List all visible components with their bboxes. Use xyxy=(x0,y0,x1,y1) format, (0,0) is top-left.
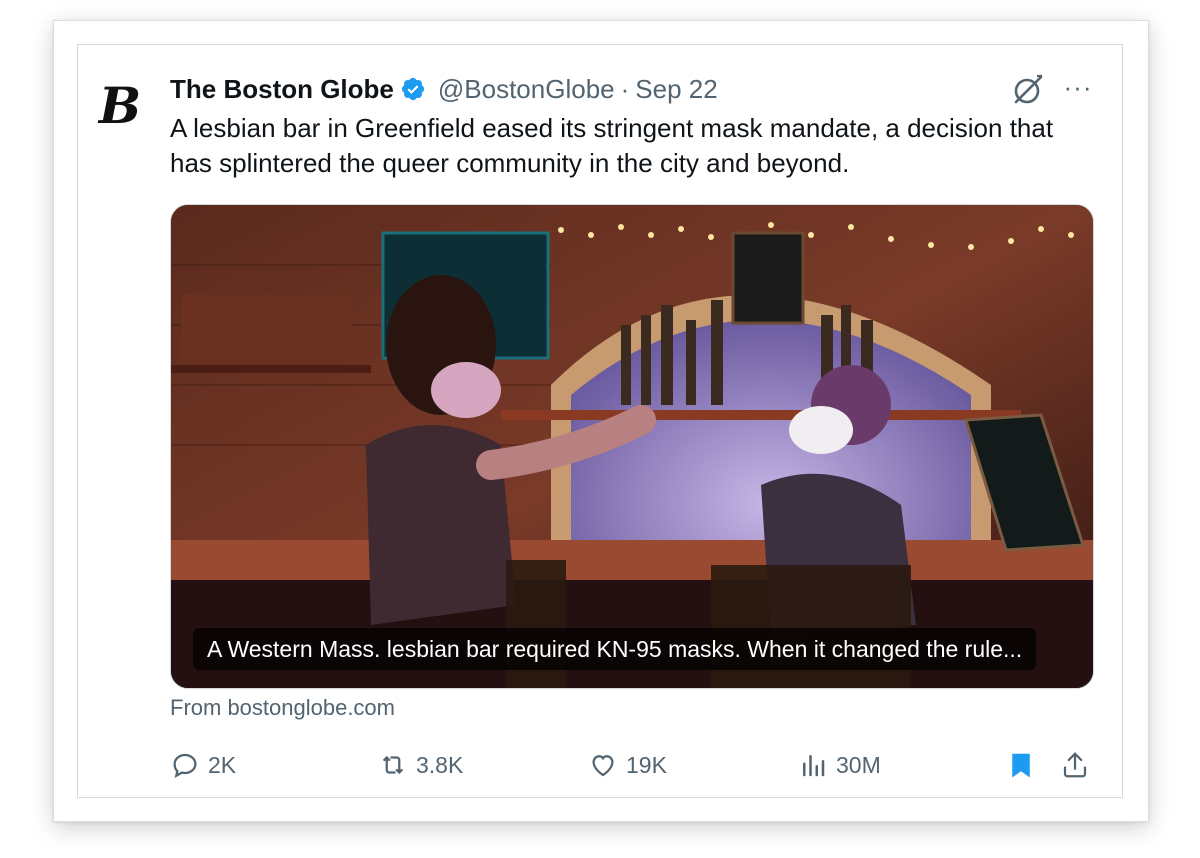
like-button[interactable]: 19K xyxy=(588,745,667,785)
action-bar: 2K 3.8K 19K 30M xyxy=(170,745,1095,785)
reply-icon xyxy=(173,753,197,778)
like-count: 19K xyxy=(626,751,667,778)
views-button[interactable]: 30M xyxy=(798,745,881,785)
like-icon xyxy=(592,755,614,777)
card-source[interactable]: From bostonglobe.com xyxy=(170,695,395,721)
views-icon xyxy=(803,755,825,777)
bookmark-icon xyxy=(1012,753,1030,778)
author-handle[interactable]: @BostonGlobe xyxy=(438,74,615,105)
tweet-text: A lesbian bar in Greenfield eased its st… xyxy=(170,113,1054,178)
bar-photo xyxy=(171,205,1093,688)
post-date[interactable]: Sep 22 xyxy=(635,74,717,105)
bookmark-button[interactable] xyxy=(1006,745,1044,785)
reply-button[interactable]: 2K xyxy=(170,745,236,785)
link-card-image[interactable]: A Western Mass. lesbian bar required KN-… xyxy=(170,204,1094,689)
avatar[interactable]: B xyxy=(97,76,143,135)
repost-icon xyxy=(382,755,404,775)
grok-icon[interactable] xyxy=(1010,72,1046,108)
separator: · xyxy=(620,73,630,104)
reply-count: 2K xyxy=(208,751,237,778)
verified-icon xyxy=(401,77,424,101)
card-caption: A Western Mass. lesbian bar required KN-… xyxy=(193,628,1037,670)
more-icon[interactable]: ··· xyxy=(1060,72,1096,108)
tweet-header: The Boston Globe @BostonGlobe · Sep 22 xyxy=(170,72,718,106)
repost-count: 3.8K xyxy=(416,751,464,778)
author-name[interactable]: The Boston Globe xyxy=(170,74,394,105)
share-button[interactable] xyxy=(1060,745,1098,785)
views-count: 30M xyxy=(836,751,881,778)
share-icon xyxy=(1063,752,1087,778)
repost-button[interactable]: 3.8K xyxy=(378,745,463,785)
